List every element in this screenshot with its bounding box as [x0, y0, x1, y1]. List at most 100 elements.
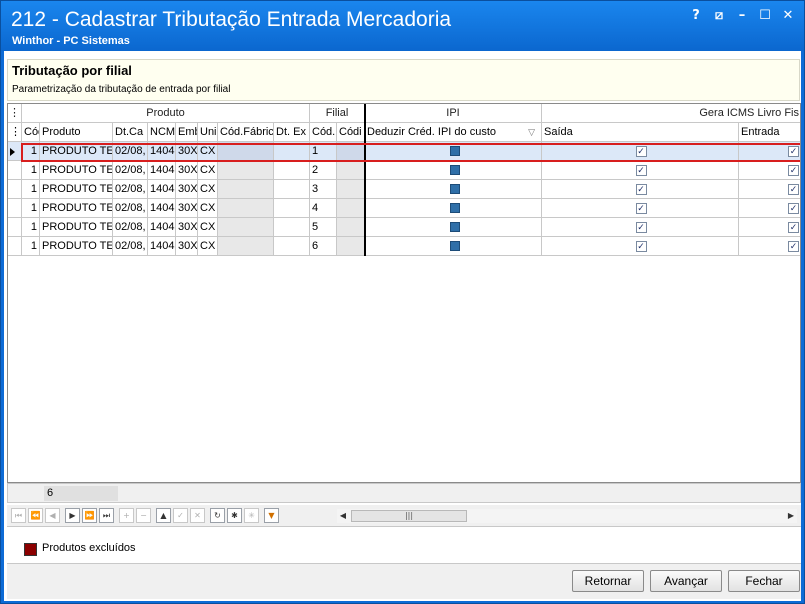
cell-produto[interactable]: PRODUTO TES — [40, 161, 113, 179]
horizontal-scrollbar[interactable]: ◀ ||| ▶ — [337, 509, 797, 523]
cancel-icon[interactable]: ✕ — [190, 508, 205, 523]
row-selector[interactable] — [8, 161, 22, 179]
bookmark-icon[interactable]: ✱ — [227, 508, 242, 523]
cell-dt-ex[interactable] — [274, 237, 310, 255]
cell-produto[interactable]: PRODUTO TES — [40, 142, 113, 160]
cell-uni[interactable]: CX — [198, 237, 218, 255]
cell-cod-fabric[interactable] — [218, 142, 274, 160]
tributacao-grid[interactable]: ⋮ Produto Filial IPI Gera ICMS Livro Fis… — [7, 103, 801, 483]
help-button[interactable]: ? — [687, 7, 705, 25]
saida-checkbox[interactable]: ✓ — [635, 203, 647, 214]
cell-deduzir-ipi[interactable] — [366, 142, 542, 160]
cell-cod-fabric[interactable] — [218, 161, 274, 179]
cell-filial-codi[interactable] — [337, 199, 365, 217]
cell-emb[interactable]: 30X — [176, 180, 198, 198]
cell-cod-fabric[interactable] — [218, 199, 274, 217]
maximize-button[interactable]: ☐ — [756, 7, 774, 25]
row-selector[interactable] — [8, 199, 22, 217]
cell-filial-codi[interactable] — [337, 180, 365, 198]
col-ncm[interactable]: NCM — [148, 123, 176, 142]
next-page-icon[interactable]: ⏩ — [82, 508, 97, 523]
filter-icon[interactable]: ▽ — [528, 123, 535, 142]
entrada-checkbox[interactable]: ✓ — [788, 241, 799, 252]
band-gera-icms[interactable]: Gera ICMS Livro Fis — [542, 104, 800, 123]
fechar-button[interactable]: Fechar — [728, 570, 800, 592]
cell-ncm[interactable]: 1404 — [148, 199, 176, 217]
filter-button-icon[interactable]: ▼ — [264, 508, 279, 523]
col-dtca[interactable]: Dt.Ca — [113, 123, 148, 142]
cell-filial-codi[interactable] — [337, 218, 365, 236]
prev-record-icon[interactable]: ◀ — [45, 508, 60, 523]
refresh-icon[interactable]: ↻ — [210, 508, 225, 523]
cell-dt-ex[interactable] — [274, 199, 310, 217]
saida-checkbox[interactable]: ✓ — [635, 184, 647, 195]
cell-dtca[interactable]: 02/08, — [113, 180, 148, 198]
cell-produto[interactable]: PRODUTO TES — [40, 218, 113, 236]
table-row[interactable]: 1PRODUTO TES02/08,140430XCX 2 ✓ ✓ — [8, 161, 800, 180]
cell-filial-codi[interactable] — [337, 142, 365, 160]
col-uni[interactable]: Uni — [198, 123, 218, 142]
band-filial[interactable]: Filial — [310, 104, 365, 123]
col-produto[interactable]: Produto — [40, 123, 113, 142]
saida-checkbox[interactable]: ✓ — [635, 146, 647, 157]
cell-dt-ex[interactable] — [274, 142, 310, 160]
cell-filial-cod[interactable]: 5 — [310, 218, 337, 236]
col-cod[interactable]: Cód — [22, 123, 40, 142]
table-row[interactable]: 1PRODUTO TES02/08,140430XCX 4 ✓ ✓ — [8, 199, 800, 218]
cell-filial-codi[interactable] — [337, 161, 365, 179]
cell-emb[interactable]: 30X — [176, 142, 198, 160]
col-deduzir-ipi[interactable]: Deduzir Créd. IPI do custo ▽ — [365, 123, 542, 142]
cell-cod-fabric[interactable] — [218, 218, 274, 236]
cell-uni[interactable]: CX — [198, 142, 218, 160]
cell-cod-fabric[interactable] — [218, 180, 274, 198]
prev-page-icon[interactable]: ⏪ — [28, 508, 43, 523]
cell-cod[interactable]: 1 — [22, 180, 40, 198]
restore-icon[interactable]: ⧄ — [710, 7, 728, 25]
cell-ncm[interactable]: 1404 — [148, 218, 176, 236]
row-selector[interactable] — [8, 218, 22, 236]
retornar-button[interactable]: Retornar — [572, 570, 644, 592]
cell-filial-cod[interactable]: 4 — [310, 199, 337, 217]
scroll-left-icon[interactable]: ◀ — [337, 509, 349, 523]
cell-cod[interactable]: 1 — [22, 161, 40, 179]
cell-uni[interactable]: CX — [198, 180, 218, 198]
cell-emb[interactable]: 30X — [176, 237, 198, 255]
table-row[interactable]: 1PRODUTO TES02/08,140430XCX1✓✓ — [8, 142, 800, 161]
edit-icon[interactable]: ▲ — [156, 508, 171, 523]
cell-cod[interactable]: 1 — [22, 199, 40, 217]
row-selector[interactable] — [8, 237, 22, 255]
post-icon[interactable]: ✓ — [173, 508, 188, 523]
cell-uni[interactable]: CX — [198, 161, 218, 179]
minimize-button[interactable]: – — [733, 7, 751, 25]
cell-produto[interactable]: PRODUTO TES — [40, 237, 113, 255]
cell-cod[interactable]: 1 — [22, 237, 40, 255]
cell-produto[interactable]: PRODUTO TES — [40, 180, 113, 198]
band-ipi[interactable]: IPI — [365, 104, 542, 123]
col-filial-cod[interactable]: Cód. — [310, 123, 337, 142]
cell-uni[interactable]: CX — [198, 199, 218, 217]
scroll-thumb[interactable]: ||| — [351, 510, 467, 522]
cell-ncm[interactable]: 1404 — [148, 237, 176, 255]
cell-dtca[interactable]: 02/08, — [113, 218, 148, 236]
band-produto[interactable]: Produto — [22, 104, 310, 123]
cell-emb[interactable]: 30X — [176, 218, 198, 236]
col-filial-codi[interactable]: Códi — [337, 123, 365, 142]
close-button[interactable]: ✕ — [779, 7, 797, 25]
cell-filial-cod[interactable]: 3 — [310, 180, 337, 198]
first-page-icon[interactable]: ⏮ — [11, 508, 26, 523]
table-row[interactable]: 1PRODUTO TES02/08,140430XCX 3 ✓ ✓ — [8, 180, 800, 199]
entrada-checkbox[interactable]: ✓ — [788, 203, 799, 214]
entrada-checkbox[interactable]: ✓ — [788, 184, 799, 195]
table-row[interactable]: 1PRODUTO TES02/08,140430XCX 5 ✓ ✓ — [8, 218, 800, 237]
entrada-checkbox[interactable]: ✓ — [788, 165, 799, 176]
entrada-checkbox[interactable]: ✓ — [788, 222, 799, 233]
goto-bookmark-icon[interactable]: ✳ — [244, 508, 259, 523]
cell-cod[interactable]: 1 — [22, 142, 40, 160]
col-emb[interactable]: Emb — [176, 123, 198, 142]
avancar-button[interactable]: Avançar — [650, 570, 722, 592]
cell-dtca[interactable]: 02/08, — [113, 142, 148, 160]
saida-checkbox[interactable]: ✓ — [635, 222, 647, 233]
cell-emb[interactable]: 30X — [176, 161, 198, 179]
column-chooser-icon[interactable]: ⋮ — [8, 123, 22, 142]
cell-cod-fabric[interactable] — [218, 237, 274, 255]
